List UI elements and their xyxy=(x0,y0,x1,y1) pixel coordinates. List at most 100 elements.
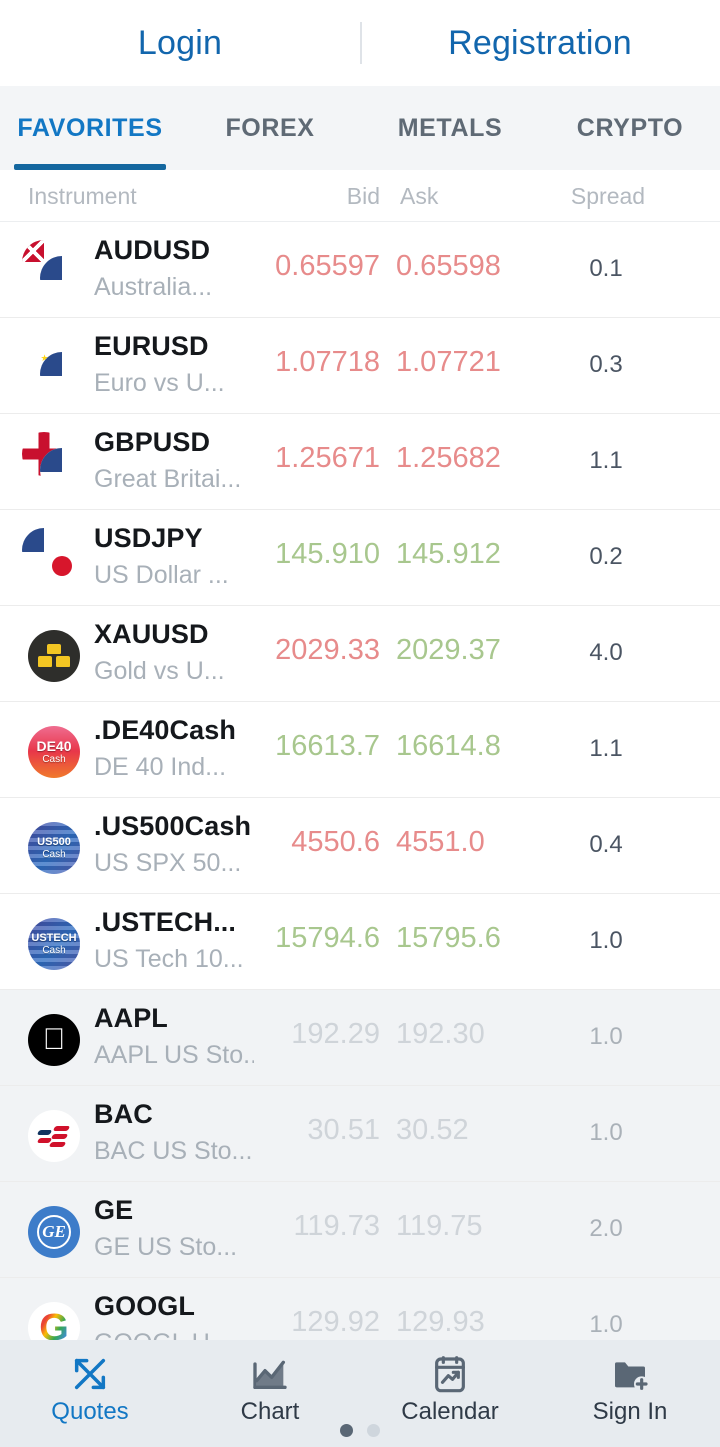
table-row[interactable]: BAC BAC US Sto... 30.51 30.52 1.0 xyxy=(0,1086,720,1182)
instrument-symbol: .USTECH... xyxy=(94,907,237,937)
instrument-icon:  xyxy=(22,1008,86,1072)
calendar-chart-icon xyxy=(430,1352,470,1396)
bid-price[interactable]: 119.73 xyxy=(228,1210,380,1243)
table-row[interactable]: AAPLAAPL US Sto...192.29192.301.0 xyxy=(0,990,720,1086)
spread-value: 1.0 xyxy=(589,1311,623,1338)
bac-logo-icon xyxy=(22,1104,86,1168)
nav-item-label: Chart xyxy=(240,1398,300,1425)
bid-price[interactable]: 145.910 xyxy=(228,538,380,571)
instrument-symbol: GE xyxy=(94,1195,134,1225)
table-row[interactable]: USTECH Cash .USTECH... US Tech 10... 15794.6… xyxy=(0,894,720,990)
bid-price[interactable]: 0.65597 xyxy=(228,250,380,283)
flag-us-icon xyxy=(40,448,84,492)
bid-price[interactable]: 1.07718 xyxy=(228,346,380,379)
instrument-description: US Dollar ... xyxy=(94,561,229,589)
tab-label: CRYPTO xyxy=(576,113,684,142)
instrument-icon: USTECH Cash xyxy=(22,912,86,976)
au-us-flag-icon xyxy=(22,240,86,304)
nav-item-quotes[interactable]: Quotes xyxy=(0,1340,180,1426)
instrument-description: Gold vs U... xyxy=(94,657,225,685)
table-row[interactable]: GE GE GE US Sto... 119.73 119.75 2.0 xyxy=(0,1182,720,1278)
bid-price[interactable]: 15794.6 xyxy=(228,922,380,955)
instrument-symbol: AUDUSD xyxy=(94,235,211,265)
bid-price[interactable]: 30.51 xyxy=(228,1114,380,1147)
spread-value: 1.0 xyxy=(589,1023,623,1050)
ge-logo-icon: GE xyxy=(22,1200,86,1264)
column-header-row: Instrument Bid Ask Spread xyxy=(0,170,720,222)
instrument-description: DE 40 Ind... xyxy=(94,753,227,781)
column-header-instrument: Instrument xyxy=(28,182,137,209)
instrument-icon xyxy=(22,336,86,400)
tab-favorites[interactable]: FAVORITES xyxy=(0,86,180,170)
bid-price[interactable]: 4550.6 xyxy=(228,826,380,859)
bid-price[interactable]: 129.92 xyxy=(228,1306,380,1339)
page-dot[interactable] xyxy=(340,1424,353,1437)
tab-label: FAVORITES xyxy=(17,113,163,142)
instrument-description: GE US Sto... xyxy=(94,1233,238,1261)
quotes-arrows-icon xyxy=(68,1352,112,1396)
ask-price[interactable]: 30.52 xyxy=(396,1114,548,1147)
apple-logo-icon:  xyxy=(22,1008,86,1072)
tab-forex[interactable]: FOREX xyxy=(180,86,360,170)
instrument-symbol: .DE40Cash xyxy=(94,715,236,745)
bid-price[interactable]: 192.29 xyxy=(228,1018,380,1051)
instrument-symbol: GOOGL xyxy=(94,1291,195,1321)
bid-price[interactable]: 16613.7 xyxy=(228,730,380,763)
instrument-icon xyxy=(22,240,86,304)
table-row[interactable]: US500 Cash .US500Cash US SPX 50... 4550.6 455… xyxy=(0,798,720,894)
tab-crypto[interactable]: CRYPTO xyxy=(540,86,720,170)
bid-price[interactable]: 1.25671 xyxy=(228,442,380,475)
ask-price[interactable]: 1.25682 xyxy=(396,442,548,475)
nav-item-calendar[interactable]: Calendar xyxy=(360,1340,540,1426)
nav-item-label: Sign In xyxy=(592,1398,668,1425)
ustech-cash-icon: USTECH Cash xyxy=(22,912,86,976)
nav-item-label: Quotes xyxy=(51,1398,129,1425)
nav-item-chart[interactable]: Chart xyxy=(180,1340,360,1426)
spread-value: 0.2 xyxy=(589,543,623,570)
us-jp-flag-icon xyxy=(22,528,86,592)
login-button[interactable]: Login xyxy=(0,0,360,86)
instrument-description: US SPX 50... xyxy=(94,849,242,877)
ask-price[interactable]: 1.07721 xyxy=(396,346,548,379)
quote-list[interactable]: AUDUSD Australia... 0.65597 0.65598 0.1 EURUS… xyxy=(0,222,720,1447)
tab-metals[interactable]: METALS xyxy=(360,86,540,170)
instrument-description: Euro vs U... xyxy=(94,369,225,397)
ask-price[interactable]: 4551.0 xyxy=(396,826,548,859)
folder-plus-icon xyxy=(608,1352,652,1396)
instrument-symbol: BAC xyxy=(94,1099,153,1129)
ask-price[interactable]: 129.93 xyxy=(396,1306,548,1339)
page-dot[interactable] xyxy=(367,1424,380,1437)
table-row[interactable]: DE40 Cash .DE40Cash DE 40 Ind... 16613.7 1661… xyxy=(0,702,720,798)
ask-price[interactable]: 145.912 xyxy=(396,538,548,571)
eu-us-flag-icon xyxy=(22,336,86,400)
ask-price[interactable]: 2029.37 xyxy=(396,634,548,667)
ask-price[interactable]: 0.65598 xyxy=(396,250,548,283)
table-row[interactable]: GBPUSD Great Britai... 1.25671 1.25682 1.1 xyxy=(0,414,720,510)
instrument-description: Australia... xyxy=(94,273,213,301)
spread-value: 0.3 xyxy=(589,351,623,378)
table-row[interactable]: AUDUSD Australia... 0.65597 0.65598 0.1 xyxy=(0,222,720,318)
spread-value: 4.0 xyxy=(589,639,623,666)
instrument-symbol: USDJPY xyxy=(94,523,203,553)
nav-item-label: Calendar xyxy=(401,1398,499,1425)
ask-price[interactable]: 192.30 xyxy=(396,1018,548,1051)
auth-bar: Login Registration xyxy=(0,0,720,86)
instrument-icon xyxy=(22,528,86,592)
instrument-icon xyxy=(22,1104,86,1168)
registration-button[interactable]: Registration xyxy=(360,0,720,86)
table-row[interactable]: EURUSD Euro vs U...1.07718 1.07721 0.3 xyxy=(0,318,720,414)
table-row[interactable]: XAUUSD Gold vs U... 2029.33 2029.37 4.0 xyxy=(0,606,720,702)
spread-value: 1.1 xyxy=(589,735,623,762)
quotes-screen: Login Registration FAVORITES FOREX METALS C… xyxy=(0,0,720,1447)
flag-us-icon xyxy=(40,256,84,300)
column-header-ask: Ask xyxy=(400,182,439,209)
bid-price[interactable]: 2029.33 xyxy=(228,634,380,667)
spread-value: 0.1 xyxy=(589,255,623,282)
ask-price[interactable]: 16614.8 xyxy=(396,730,548,763)
instrument-icon: US500 Cash xyxy=(22,816,86,880)
nav-item-sign-in[interactable]: Sign In xyxy=(540,1340,720,1426)
flag-us-icon xyxy=(40,352,84,396)
ask-price[interactable]: 15795.6 xyxy=(396,922,548,955)
ask-price[interactable]: 119.75 xyxy=(396,1210,548,1243)
table-row[interactable]: USDJPY US Dollar ... 145.910 145.912 0.2 xyxy=(0,510,720,606)
